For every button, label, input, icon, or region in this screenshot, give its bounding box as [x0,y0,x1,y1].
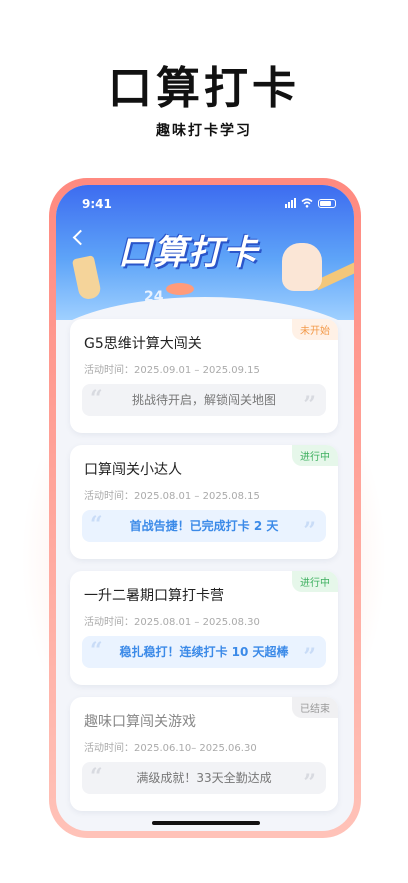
activity-card[interactable]: G5思维计算大闯关 活动时间：2025.09.01 – 2025.09.15 未… [70,319,338,433]
quote-close-icon: ” [303,392,316,418]
quote-open-icon: “ [90,386,103,412]
card-title: 口算闯关小达人 [84,462,182,478]
card-message-text: 稳扎稳打！连续打卡 10 天超棒 [119,645,289,659]
status-bar: 9:41 [56,195,354,215]
quote-close-icon: ” [303,644,316,670]
status-badge: 进行中 [292,445,338,466]
phone-screen: 9:41 口算打卡 24 G5思维计算大闯关 活动时间：2025.09.01 –… [56,185,354,831]
card-message-text: 满级成就！33天全勤达成 [136,771,272,785]
header-logo: 口算打卡 [118,233,258,273]
status-badge: 已结束 [292,697,338,718]
card-message: “ 挑战待开启，解锁闯关地图 ” [82,384,326,416]
card-title: G5思维计算大闯关 [84,336,202,352]
card-message-text: 首战告捷！已完成打卡 2 天 [129,519,279,533]
card-message: “ 满级成就！33天全勤达成 ” [82,762,326,794]
quote-open-icon: “ [90,764,103,790]
quote-close-icon: ” [303,518,316,544]
card-date: 活动时间：2025.08.01 – 2025.08.30 [84,617,260,628]
activity-card[interactable]: 口算闯关小达人 活动时间：2025.08.01 – 2025.08.15 进行中… [70,445,338,559]
card-title: 趣味口算闯关游戏 [84,714,196,730]
status-badge: 进行中 [292,571,338,592]
status-icons [285,198,336,208]
home-indicator[interactable] [152,821,260,825]
card-date: 活动时间：2025.09.01 – 2025.09.15 [84,365,260,376]
pencil-mascot-icon [71,255,103,301]
quote-open-icon: “ [90,638,103,664]
quote-close-icon: ” [303,770,316,796]
activity-card[interactable]: 一升二暑期口算打卡营 活动时间：2025.08.01 – 2025.08.30 … [70,571,338,685]
card-date: 活动时间：2025.08.01 – 2025.08.15 [84,491,260,502]
activity-card[interactable]: 趣味口算闯关游戏 活动时间：2025.06.10– 2025.06.30 已结束… [70,697,338,811]
app-header: 9:41 口算打卡 24 [56,185,354,357]
eraser-mascot-icon [282,243,322,291]
card-date: 活动时间：2025.06.10– 2025.06.30 [84,743,257,754]
fish-mascot-icon [166,283,194,295]
battery-icon [318,198,336,208]
quote-open-icon: “ [90,512,103,538]
card-message: “ 首战告捷！已完成打卡 2 天 ” [82,510,326,542]
card-message-text: 挑战待开启，解锁闯关地图 [131,393,276,407]
back-arrow-icon[interactable] [72,229,89,246]
promo-title: 口算打卡 [108,63,300,114]
promo-subtitle: 趣味打卡学习 [156,123,252,139]
signal-icon [285,198,296,208]
wifi-icon [301,198,313,208]
card-message: “ 稳扎稳打！连续打卡 10 天超棒 ” [82,636,326,668]
status-badge: 未开始 [292,319,338,340]
status-time: 9:41 [82,197,112,211]
card-title: 一升二暑期口算打卡营 [84,588,224,604]
